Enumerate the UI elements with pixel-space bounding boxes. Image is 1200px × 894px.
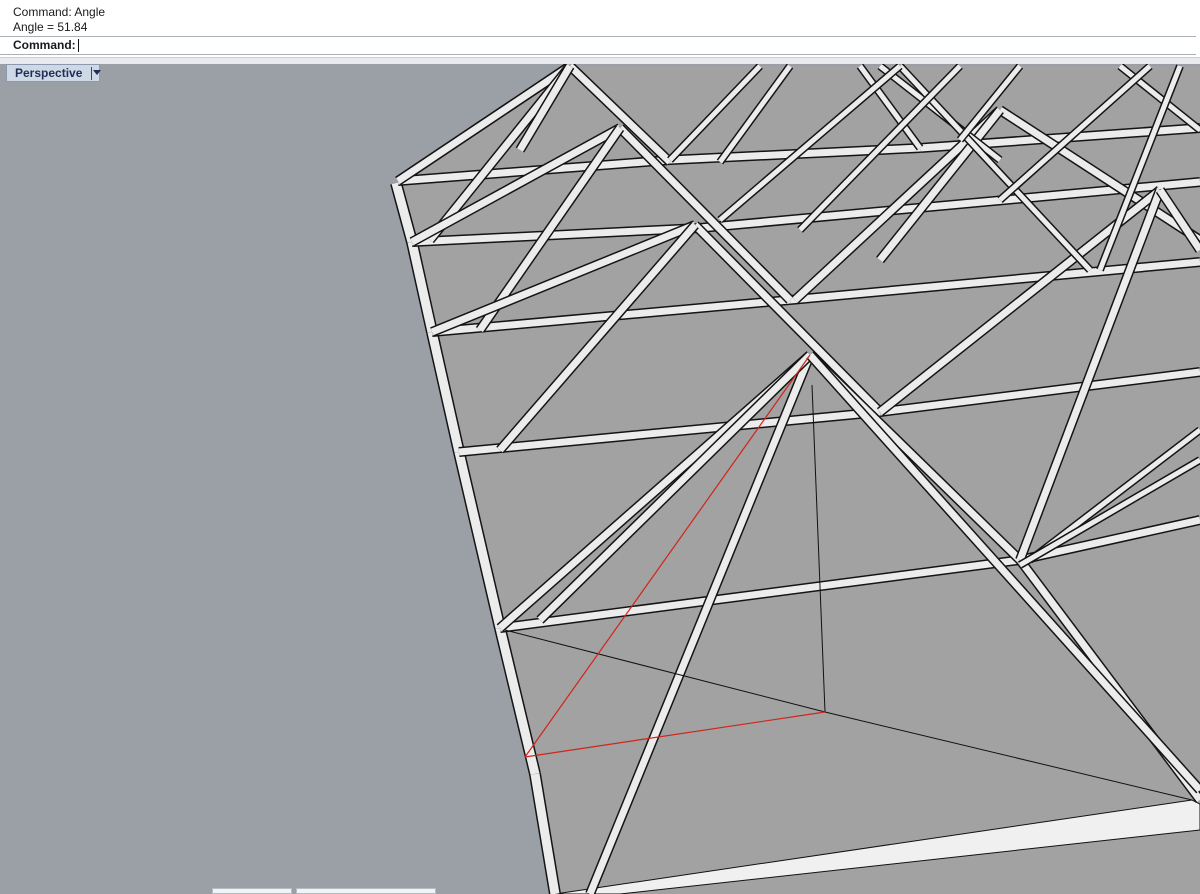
layout-tab[interactable] — [212, 888, 292, 894]
command-area: Command: Angle Angle = 51.84 Command: — [0, 0, 1200, 58]
command-prompt-label: Command: — [13, 38, 76, 52]
command-input[interactable] — [76, 38, 1176, 52]
text-caret — [78, 39, 79, 52]
command-prompt-row[interactable]: Command: — [0, 36, 1196, 55]
viewport-tab-perspective[interactable]: Perspective — [6, 64, 101, 82]
perspective-viewport[interactable] — [4, 64, 1200, 894]
tab-separator — [91, 67, 92, 80]
layout-tab[interactable] — [296, 888, 436, 894]
command-history-line: Angle = 51.84 — [13, 20, 88, 34]
chevron-down-icon[interactable] — [93, 70, 101, 75]
viewport-title: Perspective — [15, 66, 83, 80]
command-history-line: Command: Angle — [13, 5, 106, 19]
model-canvas[interactable] — [4, 64, 1200, 894]
